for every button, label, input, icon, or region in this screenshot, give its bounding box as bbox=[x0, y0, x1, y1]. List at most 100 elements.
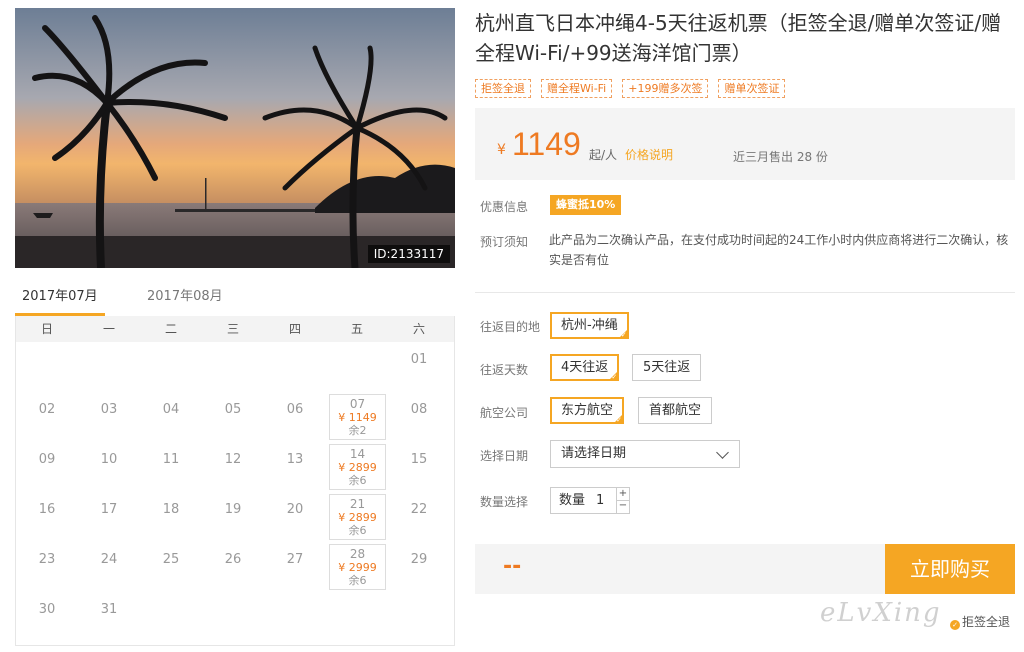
tag-single-visa: 赠单次签证 bbox=[718, 79, 786, 98]
calendar-day: 01 bbox=[410, 352, 428, 367]
calendar-day-available: 21 ¥ 2899 余6 bbox=[326, 492, 388, 542]
option-text: 东方航空 bbox=[561, 403, 614, 418]
calendar-empty-cell bbox=[202, 342, 264, 392]
calendar-day: 29 bbox=[410, 552, 428, 567]
section-divider bbox=[475, 292, 1015, 293]
selected-check-icon: ✓ bbox=[616, 416, 623, 424]
calendar-day-available: 28 ¥ 2999 余6 bbox=[326, 542, 388, 592]
product-title: 杭州直飞日本冲绳4-5天往返机票（拒签全退/赠单次签证/赠全程Wi-Fi/+99… bbox=[475, 11, 1002, 65]
refund-note: ✓ 拒签全退 bbox=[950, 613, 1010, 630]
calendar-month-tabs: 2017年07月 2017年08月 bbox=[15, 284, 455, 316]
calendar-week-row: 23 24 25 26 27 28 ¥ 2999 余6 29 bbox=[16, 542, 454, 592]
date-select[interactable]: 请选择日期 bbox=[550, 440, 740, 468]
quantity-stepper: 数量 1 + − bbox=[550, 487, 630, 514]
calendar-empty-cell bbox=[326, 342, 388, 392]
chevron-down-icon bbox=[716, 446, 729, 459]
calendar-day: 26 bbox=[224, 552, 242, 567]
calendar-day: 18 bbox=[162, 502, 180, 517]
calendar-weekday-header: 日 一 二 三 四 五 六 bbox=[16, 316, 454, 342]
calendar-day: 03 bbox=[100, 402, 118, 417]
calendar-empty-cell bbox=[264, 342, 326, 392]
calendar-day-number: 21 bbox=[349, 497, 366, 511]
calendar-day-stock: 余2 bbox=[348, 424, 367, 437]
calendar-day: 04 bbox=[162, 402, 180, 417]
calendar-day: 23 bbox=[38, 552, 56, 567]
notice-label: 预订须知 bbox=[480, 235, 529, 249]
weekday-label: 二 bbox=[164, 322, 177, 336]
calendar-day: 13 bbox=[286, 452, 304, 467]
refund-note-text: 拒签全退 bbox=[962, 615, 1011, 629]
tab-month-july[interactable]: 2017年07月 bbox=[15, 284, 105, 316]
price-unit: 起/人 bbox=[589, 148, 618, 162]
calendar-day-button[interactable]: 07 ¥ 1149 余2 bbox=[329, 394, 386, 440]
product-photo: ID:2133117 bbox=[15, 8, 455, 268]
calendar-empty-cell bbox=[16, 342, 78, 392]
calendar-day-stock: 余6 bbox=[348, 524, 367, 537]
calendar-day-number: 28 bbox=[349, 547, 366, 561]
option-text: 首都航空 bbox=[649, 403, 702, 418]
currency-symbol: ¥ bbox=[497, 142, 506, 158]
quantity-minus-button[interactable]: − bbox=[616, 500, 629, 513]
weekday-label: 日 bbox=[40, 322, 53, 336]
calendar-week-row: 02 03 04 05 06 07 ¥ 1149 余2 08 bbox=[16, 392, 454, 442]
watermark: eLvXing bbox=[820, 598, 942, 628]
calendar-day-number: 07 bbox=[349, 397, 366, 411]
calendar-day-button[interactable]: 14 ¥ 2899 余6 bbox=[329, 444, 386, 490]
calendar-day-button[interactable]: 28 ¥ 2999 余6 bbox=[329, 544, 386, 590]
weekday-label: 五 bbox=[350, 322, 363, 336]
calendar-day-price: ¥ 2899 bbox=[338, 511, 377, 524]
promo-badge: 蜂蜜抵10% bbox=[550, 195, 622, 215]
option-days-5[interactable]: 5天往返 bbox=[632, 354, 702, 381]
tab-month-august[interactable]: 2017年08月 bbox=[147, 284, 223, 316]
calendar-empty-cell bbox=[388, 592, 450, 642]
calendar-week-row: 09 10 11 12 13 14 ¥ 2899 余6 15 bbox=[16, 442, 454, 492]
selected-check-icon: ✓ bbox=[620, 331, 627, 339]
tag-wifi: 赠全程Wi-Fi bbox=[541, 79, 613, 98]
calendar-day: 19 bbox=[224, 502, 242, 517]
calendar-day-button[interactable]: 21 ¥ 2899 余6 bbox=[329, 494, 386, 540]
calendar-day: 24 bbox=[100, 552, 118, 567]
calendar-day: 25 bbox=[162, 552, 180, 567]
calendar-week-row: 16 17 18 19 20 21 ¥ 2899 余6 22 bbox=[16, 492, 454, 542]
option-text: 5天往返 bbox=[643, 360, 691, 375]
calendar-day: 11 bbox=[162, 452, 180, 467]
calendar-day: 10 bbox=[100, 452, 118, 467]
option-destination-hangzhou-okinawa[interactable]: 杭州-冲绳 ✓ bbox=[550, 312, 629, 339]
promo-label: 优惠信息 bbox=[480, 200, 529, 214]
weekday-label: 四 bbox=[288, 322, 301, 336]
calendar-week-row: 30 31 bbox=[16, 592, 454, 642]
calendar-empty-cell bbox=[140, 592, 202, 642]
calendar-empty-cell bbox=[264, 592, 326, 642]
weekday-label: 一 bbox=[102, 322, 115, 336]
calendar-day-price: ¥ 2999 bbox=[338, 561, 377, 574]
option-days-4[interactable]: 4天往返 ✓ bbox=[550, 354, 620, 381]
calendar-day-price: ¥ 2899 bbox=[338, 461, 377, 474]
price-explain-link[interactable]: 价格说明 bbox=[625, 146, 673, 163]
calendar-day: 09 bbox=[38, 452, 56, 467]
days-label: 往返天数 bbox=[480, 363, 529, 377]
weekday-label: 六 bbox=[412, 322, 425, 336]
calendar-day: 20 bbox=[286, 502, 304, 517]
calendar-empty-cell bbox=[78, 342, 140, 392]
selected-check-icon: ✓ bbox=[611, 373, 618, 381]
calendar-day: 15 bbox=[410, 452, 428, 467]
sunset-beach-image bbox=[15, 8, 455, 268]
option-airline-capital[interactable]: 首都航空 bbox=[638, 397, 713, 424]
quantity-value[interactable]: 1 bbox=[596, 488, 604, 513]
calendar-day: 08 bbox=[410, 402, 428, 417]
calendar-day: 16 bbox=[38, 502, 56, 517]
destination-label: 往返目的地 bbox=[480, 320, 541, 334]
calendar-day: 12 bbox=[224, 452, 242, 467]
calendar-day-price: ¥ 1149 bbox=[338, 411, 377, 424]
calendar-empty-cell bbox=[140, 342, 202, 392]
total-price: -- bbox=[503, 554, 522, 579]
calendar-grid: 01 02 03 04 05 06 07 ¥ 1149 余2 08 09 10 11 12 13 14 ¥ 28… bbox=[16, 342, 454, 642]
option-text: 杭州-冲绳 bbox=[561, 318, 618, 333]
calendar-day-available: 07 ¥ 1149 余2 bbox=[326, 392, 388, 442]
calendar-day: 02 bbox=[38, 402, 56, 417]
airline-label: 航空公司 bbox=[480, 406, 529, 420]
notice-text: 此产品为二次确认产品，在支付成功时间起的24工作小时内供应商将进行二次确认，核实… bbox=[549, 233, 1009, 267]
buy-now-button[interactable]: 立即购买 bbox=[885, 544, 1015, 594]
option-airline-eastern[interactable]: 东方航空 ✓ bbox=[550, 397, 625, 424]
calendar-day: 17 bbox=[100, 502, 118, 517]
